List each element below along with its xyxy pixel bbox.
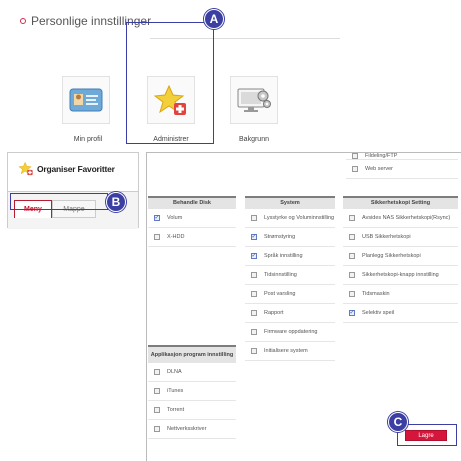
item-label: DLNA [167,368,182,375]
list-item[interactable]: Post varsling [245,285,335,304]
id-card-icon [69,88,103,112]
marker-b: B [106,192,126,212]
item-label: Sikkerhetskopi-knapp innstilling [362,271,439,278]
list-item[interactable]: iTunes [148,382,236,401]
item-label: Initialisere system [264,347,308,354]
list-item[interactable]: Avsides NAS Sikkerhetskopi(Rsync) [343,209,458,228]
item-label: X-HDD [167,233,185,240]
item-label: Post varsling [264,290,296,297]
list-item[interactable]: Sikkerhetskopi-knapp innstilling [343,266,458,285]
item-label: Rapport [264,309,284,316]
item-label: Tidsinnstilling [264,271,297,278]
background-tile[interactable] [230,76,278,124]
list-item[interactable]: ✓ Volum [148,209,236,228]
list-item[interactable]: ✓ Språk innstilling [245,247,335,266]
checkbox-checked[interactable]: ✓ [251,234,257,240]
list-item[interactable]: Nettverksskriver [148,420,236,439]
checkbox[interactable] [349,234,355,240]
checkbox-checked[interactable]: ✓ [251,253,257,259]
item-label: Språk innstilling [264,252,303,259]
marker-a: A [204,9,224,29]
checkbox[interactable] [251,272,257,278]
column-header: Applikasjon program innstilling [148,345,236,363]
column-header: Sikkerhetskopi Setting [343,196,458,209]
checkbox[interactable] [352,153,358,159]
checkbox[interactable] [349,272,355,278]
my-profile-label: Min profil [73,136,103,143]
checkbox[interactable] [251,348,257,354]
column-header: System [245,196,335,209]
marker-c: C [388,412,408,432]
checkbox-checked[interactable]: ✓ [349,310,355,316]
item-label: Planlegg Sikkerhetskopi [362,252,421,259]
star-plus-icon [18,161,33,176]
organise-favorites-title-text: Organiser Favoritter [37,163,115,174]
list-item[interactable]: Fildeling/FTP [346,152,458,160]
bullet-icon [20,18,26,24]
highlight-box-b [10,193,108,210]
my-profile-tile[interactable] [62,76,110,124]
column-header: Behandle Disk [148,196,236,209]
background-label: Bakgrunn [239,136,269,143]
list-item[interactable]: Rapport [245,304,335,323]
item-label: Tidsmaskin [362,290,390,297]
checkbox[interactable] [251,215,257,221]
list-item[interactable]: Torrent [148,401,236,420]
list-item[interactable]: Tidsinnstilling [245,266,335,285]
highlight-box-a [126,22,214,144]
checkbox[interactable] [154,388,160,394]
checkbox[interactable] [154,426,160,432]
item-label: USB Sikkerhetskopi [362,233,411,240]
list-item[interactable]: ✓ Selektiv speil [343,304,458,323]
column-apps: Applikasjon program innstilling DLNA iTu… [148,345,236,439]
list-item[interactable]: ✓ Strømstyring [245,228,335,247]
top-items: Fildeling/FTP Web server [346,152,458,179]
item-label: iTunes [167,387,184,394]
column-system: System Lysstyrke og Voluminnstilling ✓ S… [245,196,335,361]
column-disk: Behandle Disk ✓ Volum X-HDD [148,196,236,247]
checkbox[interactable] [154,407,160,413]
item-label: Firmware oppdatering [264,328,318,335]
organise-favorites-title: Organiser Favoritter [18,161,115,176]
item-label: Fildeling/FTP [365,152,398,159]
list-item[interactable]: X-HDD [148,228,236,247]
checkbox[interactable] [349,253,355,259]
list-item[interactable]: Web server [346,160,458,179]
list-item[interactable]: Initialisere system [245,342,335,361]
checkbox[interactable] [352,166,358,172]
checkbox[interactable] [154,234,160,240]
checkbox-checked[interactable]: ✓ [154,215,160,221]
item-label: Lysstyrke og Voluminnstilling [264,214,335,221]
list-item[interactable]: Lysstyrke og Voluminnstilling [245,209,335,228]
list-item[interactable]: Tidsmaskin [343,285,458,304]
checkbox[interactable] [349,215,355,221]
checkbox[interactable] [251,310,257,316]
list-item[interactable]: USB Sikkerhetskopi [343,228,458,247]
item-label: Selektiv speil [362,309,395,316]
list-item[interactable]: DLNA [148,363,236,382]
item-label: Strømstyring [264,233,296,240]
monitor-gear-icon [237,88,271,112]
checkbox[interactable] [251,291,257,297]
checkbox[interactable] [349,291,355,297]
column-backup: Sikkerhetskopi Setting Avsides NAS Sikke… [343,196,458,323]
item-label: Web server [365,165,394,172]
item-label: Avsides NAS Sikkerhetskopi(Rsync) [362,214,451,221]
checkbox[interactable] [154,369,160,375]
checkbox[interactable] [251,329,257,335]
item-label: Nettverksskriver [167,425,207,432]
list-item[interactable]: Planlegg Sikkerhetskopi [343,247,458,266]
item-label: Volum [167,214,183,221]
list-item[interactable]: Firmware oppdatering [245,323,335,342]
item-label: Torrent [167,406,185,413]
organise-favorites-panel: Organiser Favoritter Meny Mappe [7,152,139,229]
